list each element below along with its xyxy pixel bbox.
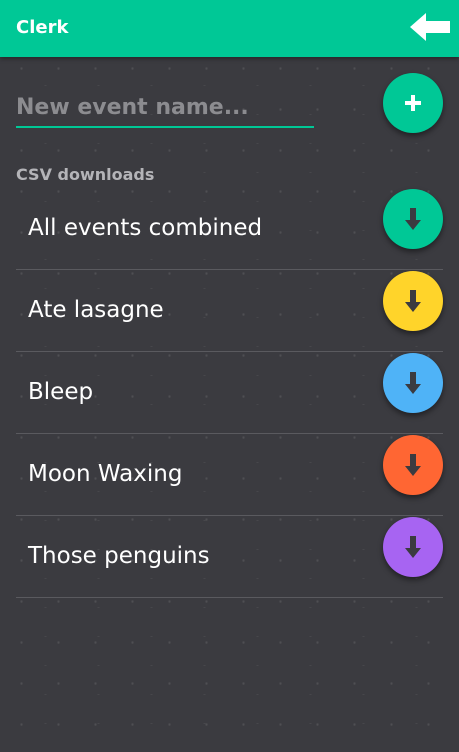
download-arrow-icon <box>405 372 421 394</box>
download-arrow-icon <box>405 454 421 476</box>
download-arrow-icon <box>405 290 421 312</box>
new-event-name-input[interactable] <box>16 90 314 128</box>
download-row-label: Those penguins <box>28 543 210 569</box>
app-header: Clerk <box>0 0 459 57</box>
plus-icon <box>405 95 421 111</box>
csv-downloads-heading: CSV downloads <box>16 165 155 184</box>
download-row-bleep: Bleep <box>16 352 443 434</box>
download-ate-lasagne-button[interactable] <box>383 271 443 331</box>
download-row-those-penguins: Those penguins <box>16 516 443 598</box>
download-bleep-button[interactable] <box>383 353 443 413</box>
download-arrow-icon <box>405 536 421 558</box>
app-title: Clerk <box>16 17 69 38</box>
download-arrow-icon <box>405 208 421 230</box>
add-event-button[interactable] <box>383 73 443 133</box>
download-row-moon-waxing: Moon Waxing <box>16 434 443 516</box>
csv-downloads-list: All events combined Ate lasagne Bleep Mo… <box>16 188 443 598</box>
download-moon-waxing-button[interactable] <box>383 435 443 495</box>
download-row-label: Bleep <box>28 379 94 405</box>
download-row-all-events: All events combined <box>16 188 443 270</box>
download-all-events-button[interactable] <box>383 189 443 249</box>
back-button[interactable] <box>409 11 451 43</box>
download-row-label: All events combined <box>28 215 263 241</box>
download-row-ate-lasagne: Ate lasagne <box>16 270 443 352</box>
download-row-label: Ate lasagne <box>28 297 164 323</box>
download-those-penguins-button[interactable] <box>383 517 443 577</box>
download-row-label: Moon Waxing <box>28 461 183 487</box>
back-arrow-icon <box>410 13 450 41</box>
